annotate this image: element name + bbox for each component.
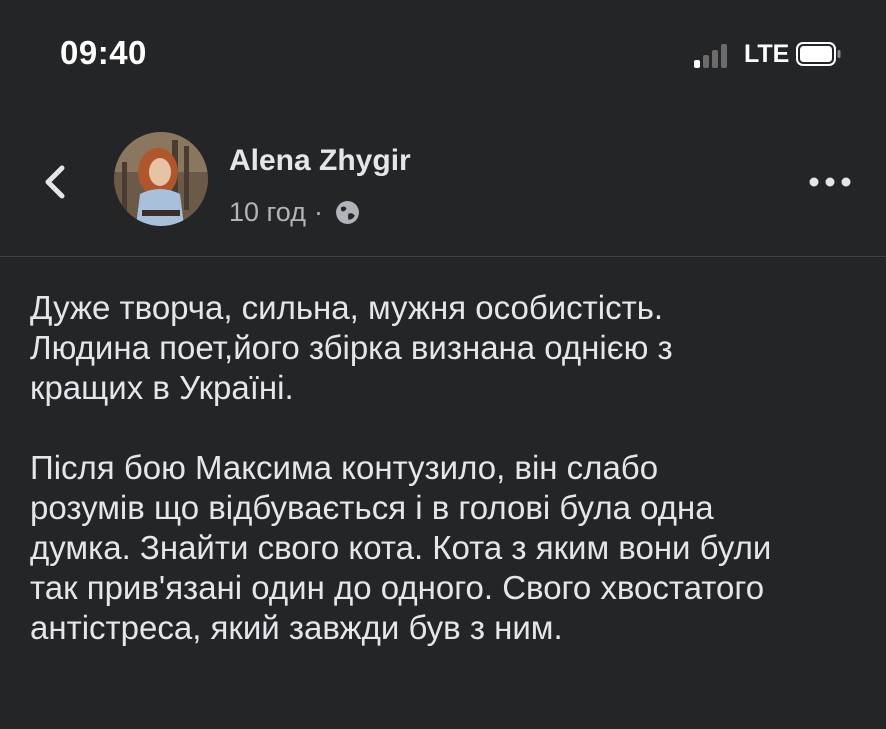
- post-meta: 10 год ·: [229, 196, 360, 228]
- more-icon[interactable]: [806, 172, 854, 192]
- status-time: 09:40: [60, 34, 147, 71]
- avatar[interactable]: [114, 132, 208, 226]
- post-body: Дуже творча, сильна, мужня особистість. …: [30, 288, 880, 688]
- post-header: Alena Zhygir 10 год ·: [0, 110, 886, 256]
- post-paragraph: Дуже творча, сильна, мужня особистість. …: [30, 289, 673, 406]
- network-type: LTE: [744, 40, 790, 68]
- status-bar: 09:40 LTE: [0, 0, 886, 110]
- globe-icon: [336, 200, 359, 224]
- meta-separator: ·: [313, 196, 323, 227]
- post-time[interactable]: 10 год: [229, 197, 306, 228]
- post-paragraph: Після бою Максима контузило, він слабо р…: [30, 449, 772, 646]
- author-name[interactable]: Alena Zhygir: [229, 144, 411, 178]
- header-divider: [0, 256, 886, 257]
- signal-icon: [694, 42, 734, 68]
- battery-icon: [796, 42, 841, 66]
- back-arrow-icon[interactable]: [38, 162, 74, 202]
